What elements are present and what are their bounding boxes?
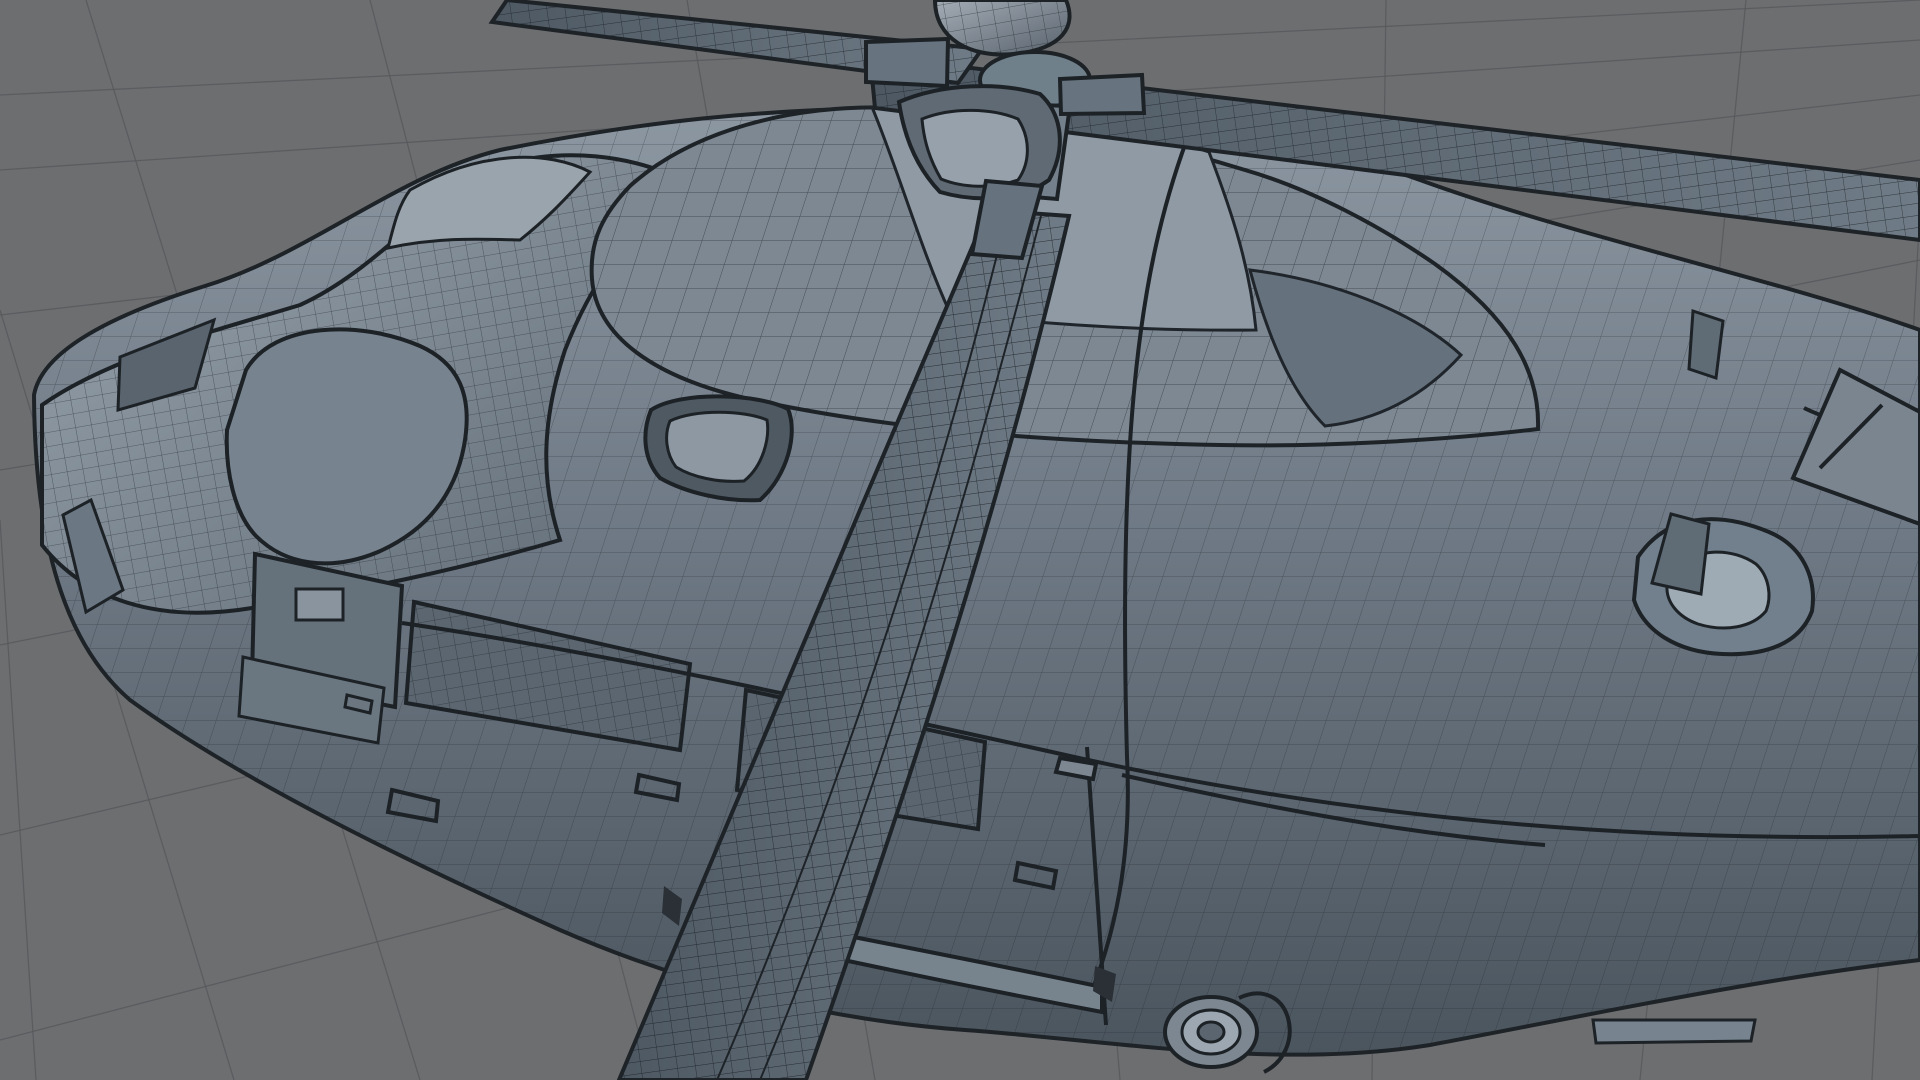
cockpit-door xyxy=(237,551,405,745)
3d-viewport[interactable] xyxy=(0,0,1920,1080)
ground-grid-line xyxy=(0,519,37,1080)
viewport-canvas[interactable] xyxy=(0,0,1920,1080)
